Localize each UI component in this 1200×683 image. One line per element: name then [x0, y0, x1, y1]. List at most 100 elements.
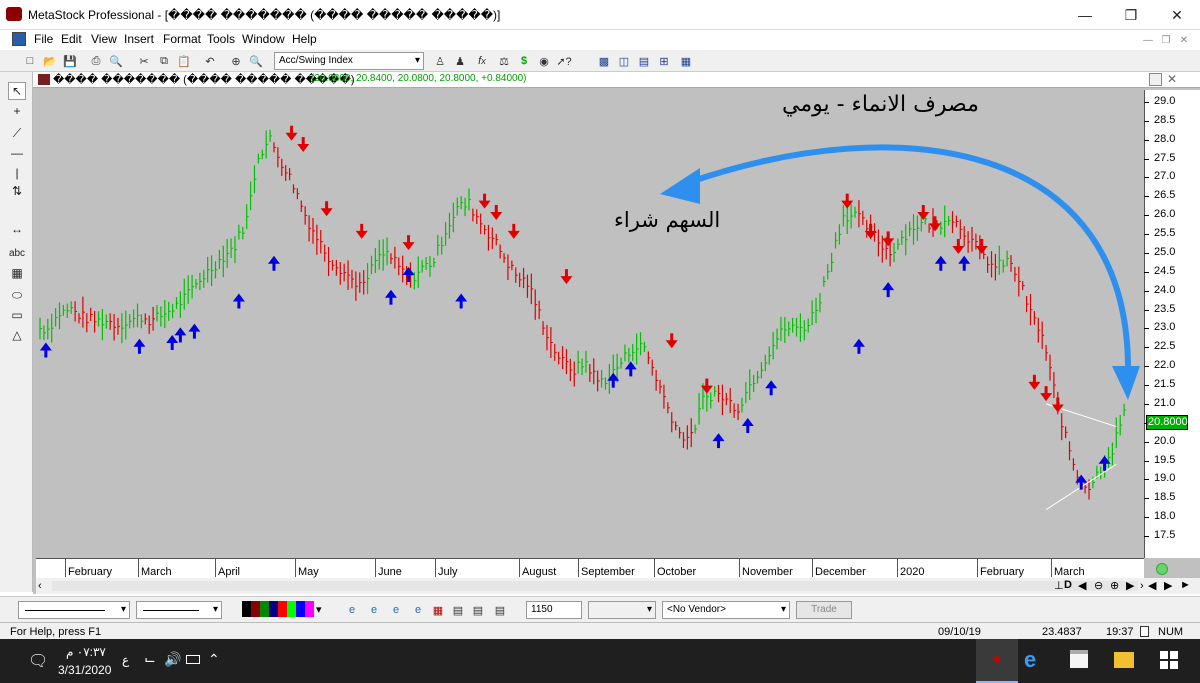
scroll-left-icon[interactable]: ‹ — [38, 580, 42, 592]
security-combo[interactable]: ▾ — [588, 601, 656, 619]
trendline-icon[interactable]: ⟋ — [8, 124, 26, 142]
period-plus-icon[interactable]: ⊕ — [1110, 579, 1119, 592]
menu-edit[interactable]: Edit — [61, 32, 82, 46]
menu-tools[interactable]: Tools — [207, 32, 235, 46]
close-icon[interactable]: ✕ — [1154, 0, 1200, 30]
page-left-icon[interactable]: ◀ — [1148, 579, 1156, 592]
show-hidden-icons[interactable]: ⌃ — [208, 651, 220, 668]
store-icon[interactable] — [1070, 650, 1088, 668]
metastock-task-icon[interactable]: ♦ — [976, 639, 1018, 683]
new-icon[interactable]: □ — [22, 53, 38, 69]
help-pointer-icon[interactable]: ➚? — [556, 53, 572, 69]
x-tick-label: May — [298, 566, 319, 578]
mdi-minimize-icon[interactable]: — — [1140, 32, 1156, 48]
taskbar-clock-date[interactable]: 3/31/2020 — [58, 663, 111, 677]
cascade-icon[interactable]: ▩ — [596, 53, 612, 69]
crosshair-icon[interactable]: ⊕ — [228, 53, 244, 69]
open-icon[interactable]: 📂 — [42, 53, 58, 69]
battery-icon[interactable] — [186, 655, 200, 664]
undo-icon[interactable]: ↶ — [202, 53, 218, 69]
maximize-icon[interactable]: ❐ — [1108, 0, 1154, 30]
pane-3-icon[interactable]: ▤ — [492, 602, 508, 618]
palette-dropdown-icon[interactable]: ▾ — [316, 603, 322, 616]
chart-style-5-icon[interactable]: ▦ — [430, 602, 446, 618]
tile-vertical-icon[interactable]: ◫ — [616, 53, 632, 69]
cut-icon[interactable]: ✂ — [136, 53, 152, 69]
print-icon[interactable]: ⎙ — [88, 53, 104, 69]
price-plot[interactable] — [36, 90, 1144, 558]
vertical-line-icon[interactable]: | — [8, 164, 26, 182]
menu-view[interactable]: View — [91, 32, 117, 46]
menu-help[interactable]: Help — [292, 32, 317, 46]
menu-window[interactable]: Window — [242, 32, 285, 46]
mdi-restore-icon[interactable]: ❐ — [1158, 32, 1174, 48]
tile-horizontal-icon[interactable]: ▤ — [636, 53, 652, 69]
dollar-icon[interactable]: $ — [516, 53, 532, 69]
refresh-icon[interactable] — [1156, 563, 1168, 575]
chart-close-icon[interactable]: ✕ — [1167, 72, 1177, 86]
y-tick-mark — [1144, 366, 1149, 368]
line-width-combo[interactable]: ▾ — [136, 601, 222, 619]
period-daily-icon[interactable]: ⊥ — [1054, 579, 1064, 592]
page-right-icon[interactable]: ▶ — [1164, 579, 1172, 592]
hscrollbar[interactable] — [52, 581, 1138, 591]
periods-input[interactable]: 1150 — [526, 601, 582, 619]
volume-icon[interactable]: 🔊 — [164, 651, 181, 668]
color-palette[interactable] — [242, 601, 314, 617]
tile-grid-icon[interactable]: ⊞ — [656, 53, 672, 69]
pane-1-icon[interactable]: ▤ — [450, 602, 466, 618]
text-tool-icon[interactable]: abc — [8, 244, 26, 262]
period-back-icon[interactable]: ◀ — [1078, 579, 1086, 592]
pane-2-icon[interactable]: ▤ — [470, 602, 486, 618]
sell-arrow — [560, 269, 573, 285]
paste-icon[interactable]: 📋 — [176, 53, 192, 69]
zoom-icon[interactable]: 🔍 — [248, 53, 264, 69]
expert-icon[interactable]: ♙ — [432, 53, 448, 69]
taskbar-clock-time[interactable]: ٠٧:٣٧ م — [66, 645, 106, 659]
copy-icon[interactable]: ⧉ — [156, 53, 172, 69]
indicator-combo[interactable]: Acc/Swing Index ▾ — [274, 52, 424, 70]
menu-format[interactable]: Format — [163, 32, 201, 46]
trade-button[interactable]: Trade — [796, 601, 852, 619]
input-language[interactable]: ع — [122, 653, 129, 667]
notification-icon[interactable]: 🗨 — [28, 651, 48, 671]
formula-icon[interactable]: fx — [474, 53, 490, 69]
chart-style-4-icon[interactable]: e — [410, 602, 426, 618]
period-minus-icon[interactable]: ⊖ — [1094, 579, 1103, 592]
chart-style-2-icon[interactable]: e — [366, 602, 382, 618]
period-next-icon[interactable]: ▶ — [1126, 579, 1134, 592]
ellipse-tool-icon[interactable]: ⬭ — [8, 286, 26, 304]
doc-icon[interactable] — [12, 32, 26, 46]
crosshair-tool-icon[interactable]: + — [8, 102, 26, 120]
vendor-combo[interactable]: <No Vendor> ▾ — [662, 601, 790, 619]
pane-right-icon[interactable]: ► — [1180, 579, 1191, 591]
start-icon[interactable] — [1160, 651, 1178, 669]
line-style-combo[interactable]: ▾ — [18, 601, 130, 619]
menu-insert[interactable]: Insert — [124, 32, 154, 46]
scale-icon[interactable]: ↔ — [8, 220, 26, 238]
binoculars-icon[interactable]: ◉ — [536, 53, 552, 69]
period-d-icon[interactable]: D — [1064, 579, 1072, 591]
triangle-tool-icon[interactable]: △ — [8, 326, 26, 344]
chart-style-1-icon[interactable]: e — [344, 602, 360, 618]
chart-restore-icon[interactable] — [1149, 73, 1162, 86]
pointer-icon[interactable]: ↖ — [8, 82, 26, 100]
cycle-lines-icon[interactable]: ⇅ — [8, 182, 26, 200]
title-bar: MetaStock Professional - [���� ������� (… — [0, 0, 1200, 30]
menu-file[interactable]: File — [34, 32, 53, 46]
minimize-icon[interactable]: — — [1062, 0, 1108, 30]
wifi-icon[interactable]: ⌙ — [144, 651, 156, 668]
print-preview-icon[interactable]: 🔍 — [108, 53, 124, 69]
buy-arrow — [174, 327, 187, 343]
explorer-icon[interactable]: ♟ — [452, 53, 468, 69]
file-explorer-icon[interactable] — [1114, 652, 1134, 668]
edge-icon[interactable]: e — [1024, 647, 1036, 673]
grid-tool-icon[interactable]: ▦ — [8, 264, 26, 282]
system-tester-icon[interactable]: ⚖ — [496, 53, 512, 69]
rectangle-tool-icon[interactable]: ▭ — [8, 306, 26, 324]
save-icon[interactable]: 💾 — [62, 53, 78, 69]
mdi-close-icon[interactable]: ✕ — [1176, 32, 1192, 48]
layout-icon[interactable]: ▦ — [678, 53, 694, 69]
chart-style-3-icon[interactable]: e — [388, 602, 404, 618]
horizontal-line-icon[interactable]: — — [8, 144, 26, 162]
